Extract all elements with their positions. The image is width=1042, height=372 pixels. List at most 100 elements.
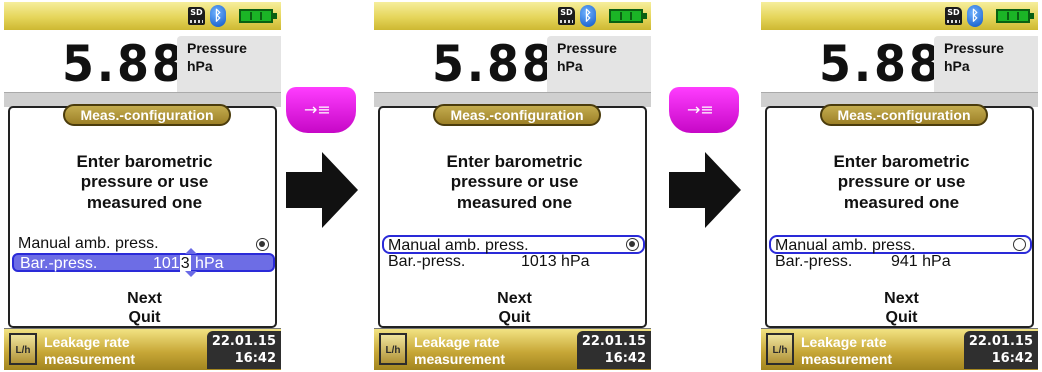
sd-card-icon: SD	[188, 7, 205, 25]
date: 22.01.15	[581, 334, 646, 349]
dialog-title: Meas.-configuration	[80, 107, 214, 123]
quit-button[interactable]: Quit	[767, 309, 1036, 327]
footer-title: Leakage rate	[414, 334, 500, 350]
datetime-box: 22.01.15 16:42	[207, 331, 281, 369]
dialog-title: Meas.-configuration	[450, 107, 584, 123]
leakage-rate-icon: L/h	[766, 333, 794, 365]
meas-config-dialog: Meas.-configuration Enter barometric pre…	[765, 104, 1036, 328]
meas-config-dialog: Meas.-configuration Enter barometric pre…	[8, 104, 279, 328]
battery-icon	[609, 9, 647, 23]
bar-press-field[interactable]: Bar.-press. 1013 hPa	[382, 253, 645, 272]
option-label: Manual amb. press.	[18, 235, 159, 252]
leakage-rate-icon: L/h	[9, 333, 37, 365]
reading-panel: 5.88 Pressure hPa	[4, 30, 281, 92]
confirm-key-icon: →≡	[687, 100, 714, 119]
footer-bar: L/h Leakage rate measurement 22.01.15 16…	[4, 328, 281, 370]
device-screen-1: SD ᛒ 5.88 Pressure hPa Meas.-configurati…	[4, 2, 281, 370]
footer-title: Leakage rate	[801, 334, 887, 350]
dialog-title-pill: Meas.-configuration	[820, 104, 988, 126]
confirm-key-button[interactable]: →≡	[286, 87, 356, 133]
device-screen-2: SD ᛒ 5.88 Pressure hPa Meas.-configurati…	[374, 2, 651, 370]
device-screen-3: SD ᛒ 5.88 Pressure hPa Meas.-configurati…	[761, 2, 1038, 370]
reading-panel: 5.88 Pressure hPa	[374, 30, 651, 92]
footer-title: measurement	[44, 351, 136, 367]
instruction-line: measured one	[456, 193, 573, 212]
time: 16:42	[234, 351, 276, 366]
pressure-value: 5.88	[819, 35, 944, 93]
bar-press-field[interactable]: Bar.-press. 1013 hPa	[12, 248, 275, 277]
instruction-line: pressure or use	[80, 172, 209, 191]
date: 22.01.15	[968, 334, 1033, 349]
spin-down-icon[interactable]	[185, 271, 197, 277]
status-bar: SD ᛒ	[374, 2, 651, 30]
manual-amb-press-option[interactable]: Manual amb. press.	[12, 235, 275, 254]
quit-button[interactable]: Quit	[380, 309, 649, 327]
radio-icon[interactable]	[256, 238, 269, 251]
reading-label: Pressure	[187, 40, 247, 56]
unit-box: Pressure hPa	[177, 36, 281, 92]
quit-button[interactable]: Quit	[10, 309, 279, 327]
dialog-title-pill: Meas.-configuration	[63, 104, 231, 126]
instruction-line: measured one	[843, 193, 960, 212]
right-arrow-icon	[286, 152, 358, 228]
footer-bar: L/h Leakage rate measurement 22.01.15 16…	[761, 328, 1038, 370]
pressure-value: 5.88	[62, 35, 187, 93]
sd-card-icon: SD	[945, 7, 962, 25]
datetime-box: 22.01.15 16:42	[577, 331, 651, 369]
sd-card-icon: SD	[558, 7, 575, 25]
option-label: Bar.-press.	[775, 253, 853, 270]
instruction-line: measured one	[86, 193, 203, 212]
radio-icon[interactable]	[1013, 238, 1026, 251]
pressure-value: 5.88	[432, 35, 557, 93]
battery-icon	[996, 9, 1034, 23]
reading-panel: 5.88 Pressure hPa	[761, 30, 1038, 92]
battery-icon	[239, 9, 277, 23]
reading-label: Pressure	[557, 40, 617, 56]
radio-icon[interactable]	[626, 238, 639, 251]
reading-label: Pressure	[944, 40, 1004, 56]
instruction-line: Enter barometric	[833, 152, 970, 171]
bar-press-value: 941 hPa	[891, 253, 951, 270]
unit-box: Pressure hPa	[934, 36, 1038, 92]
manual-amb-press-option[interactable]: Manual amb. press.	[769, 235, 1032, 254]
time: 16:42	[991, 351, 1033, 366]
instruction-line: pressure or use	[450, 172, 579, 191]
option-label: Bar.-press.	[388, 253, 466, 270]
right-arrow-icon	[669, 152, 741, 228]
footer-title: measurement	[414, 351, 506, 367]
next-button[interactable]: Next	[10, 290, 279, 308]
instruction-line: Enter barometric	[76, 152, 213, 171]
instruction-line: pressure or use	[837, 172, 966, 191]
value-digits: 101	[153, 255, 180, 272]
option-label: Bar.-press.	[20, 255, 98, 272]
dialog-title-pill: Meas.-configuration	[433, 104, 601, 126]
next-button[interactable]: Next	[767, 290, 1036, 308]
bluetooth-icon: ᛒ	[580, 5, 596, 27]
footer-title: measurement	[801, 351, 893, 367]
bar-press-value: 1013 hPa	[521, 253, 590, 270]
status-bar: SD ᛒ	[761, 2, 1038, 30]
reading-unit: hPa	[187, 58, 213, 74]
confirm-key-button[interactable]: →≡	[669, 87, 739, 133]
reading-unit: hPa	[557, 58, 583, 74]
reading-unit: hPa	[944, 58, 970, 74]
bluetooth-icon: ᛒ	[210, 5, 226, 27]
confirm-key-icon: →≡	[304, 100, 331, 119]
status-bar: SD ᛒ	[4, 2, 281, 30]
spin-up-icon[interactable]	[185, 248, 197, 254]
unit-box: Pressure hPa	[547, 36, 651, 92]
bluetooth-icon: ᛒ	[967, 5, 983, 27]
footer-bar: L/h Leakage rate measurement 22.01.15 16…	[374, 328, 651, 370]
leakage-rate-icon: L/h	[379, 333, 407, 365]
next-button[interactable]: Next	[380, 290, 649, 308]
footer-title: Leakage rate	[44, 334, 130, 350]
value-unit: hPa	[190, 255, 224, 272]
dialog-title: Meas.-configuration	[837, 107, 971, 123]
datetime-box: 22.01.15 16:42	[964, 331, 1038, 369]
manual-amb-press-option[interactable]: Manual amb. press.	[382, 235, 645, 254]
bar-press-field[interactable]: Bar.-press. 941 hPa	[769, 253, 1032, 272]
time: 16:42	[604, 351, 646, 366]
date: 22.01.15	[211, 334, 276, 349]
instruction-line: Enter barometric	[446, 152, 583, 171]
meas-config-dialog: Meas.-configuration Enter barometric pre…	[378, 104, 649, 328]
